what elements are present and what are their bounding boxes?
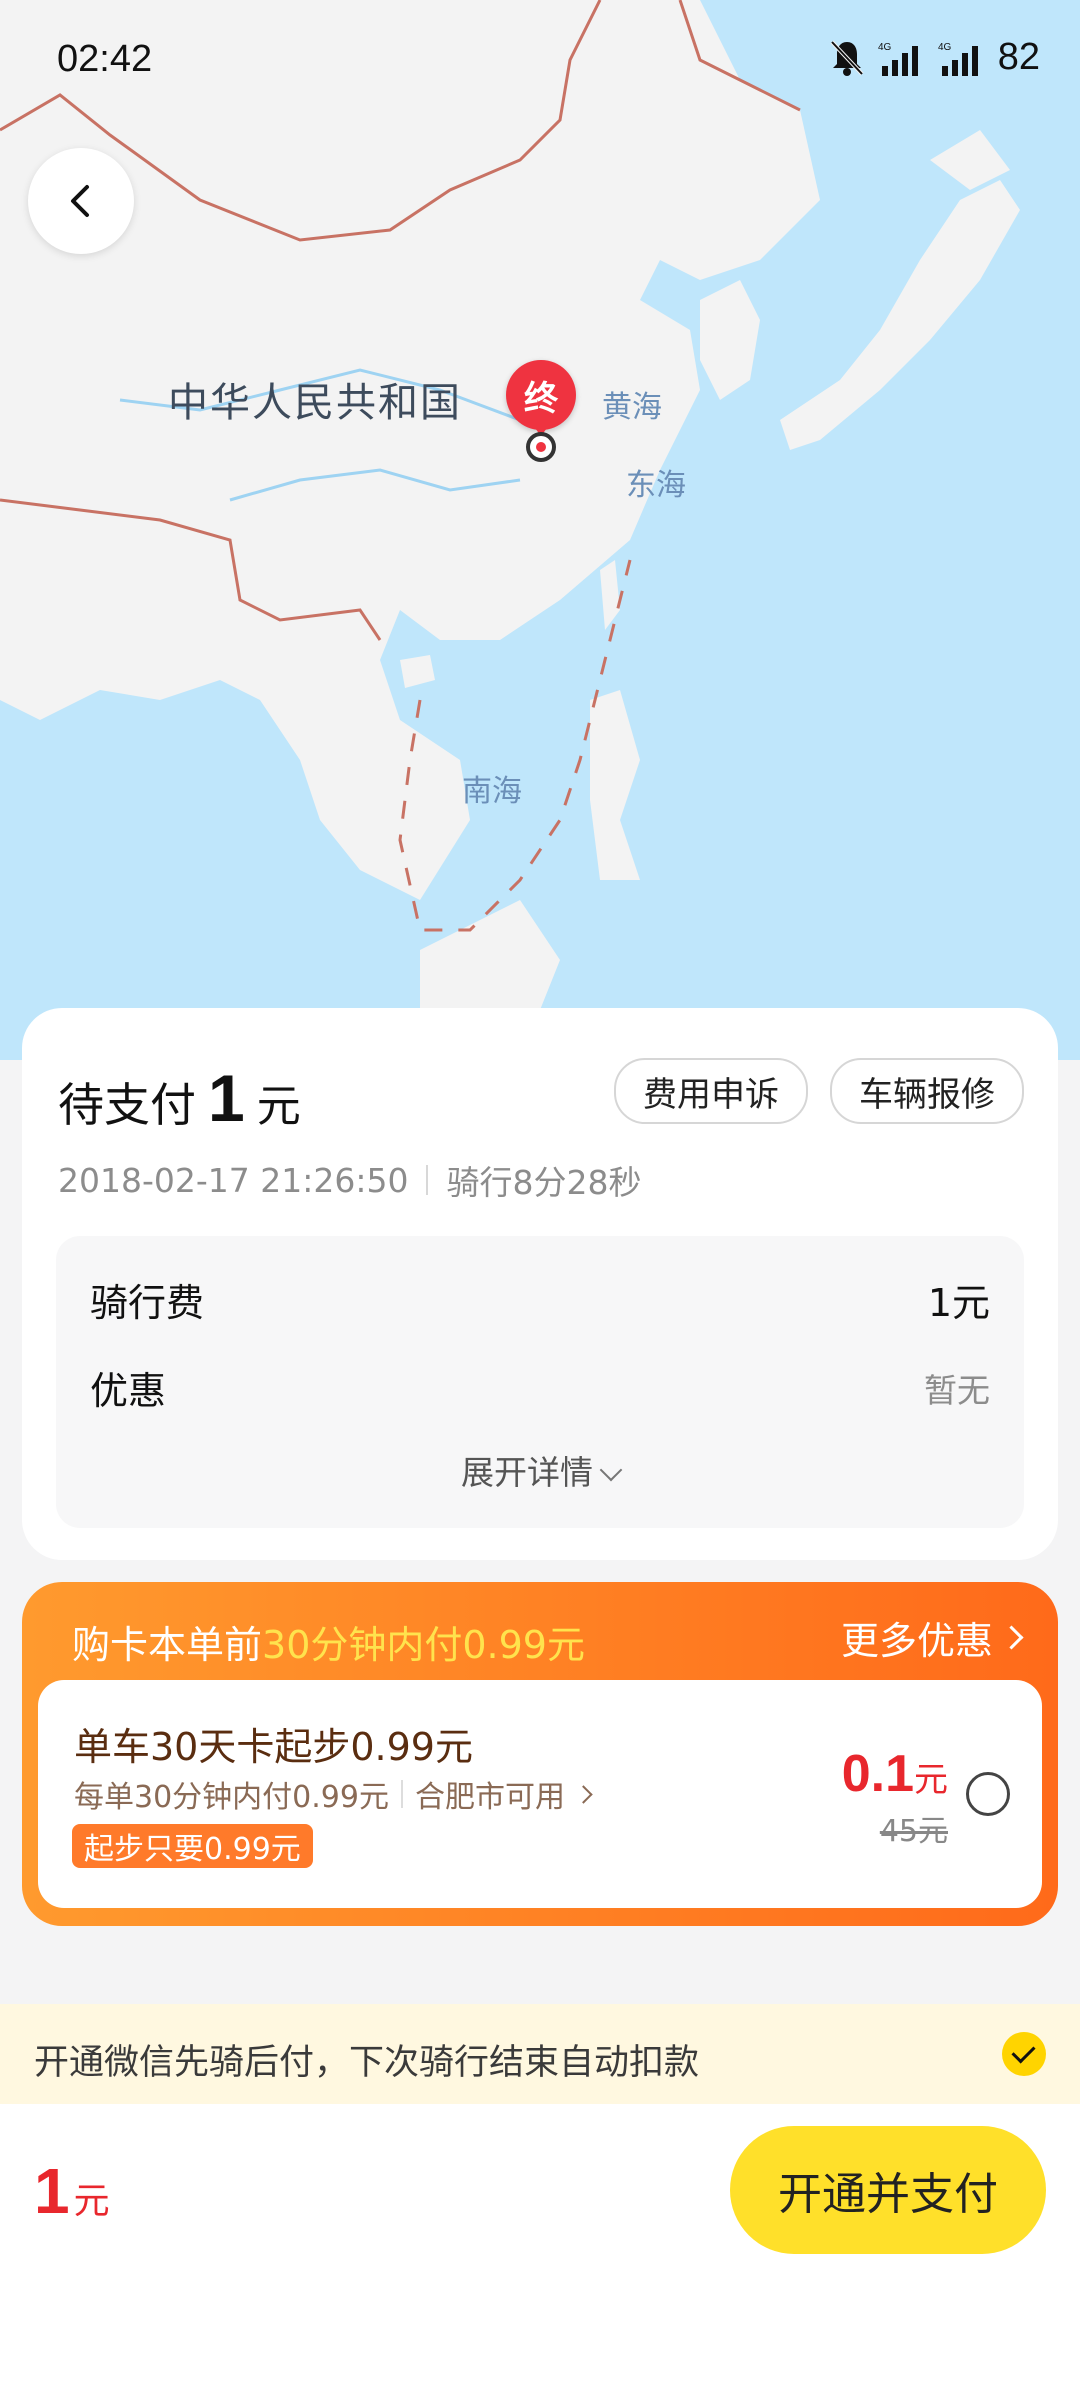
wechat-autopay-text: 开通微信先骑后付，下次骑行结束自动扣款: [34, 2043, 700, 2083]
offer-title: 单车30天卡起步0.99元: [74, 1725, 473, 1769]
more-offers-label: 更多优惠: [840, 1619, 993, 1663]
fee-complaint-button[interactable]: 费用申诉: [614, 1058, 808, 1124]
ride-datetime: 2018-02-17 21:26:50: [58, 1160, 409, 1200]
offer-price-old: 45元: [879, 1814, 948, 1849]
ride-fee-label: 骑行费: [90, 1281, 205, 1325]
ride-duration: 骑行8分28秒: [446, 1163, 642, 1202]
promo-head-highlight: 30分钟内付0.99元: [262, 1623, 585, 1667]
offer-tag: 起步只要0.99元: [72, 1824, 313, 1868]
expand-details-label: 展开详情: [461, 1453, 593, 1492]
wechat-autopay-bar[interactable]: 开通微信先骑后付，下次骑行结束自动扣款: [0, 2004, 1080, 2104]
offer-select-radio[interactable]: [966, 1772, 1010, 1816]
signal-4g-icon: 4G: [878, 42, 918, 76]
pending-amount: 1: [208, 1061, 245, 1135]
status-time: 02:42: [57, 38, 153, 80]
map-graphic: [0, 0, 1080, 1060]
offer-price-unit: 元: [914, 1761, 948, 1799]
chevron-down-icon: [599, 1458, 623, 1482]
total-unit: 元: [73, 2181, 110, 2222]
activate-and-pay-button[interactable]: 开通并支付: [730, 2126, 1046, 2254]
divider: [400, 1780, 403, 1808]
signal-4g-icon: 4G: [938, 42, 978, 76]
yellow-sea-label: 黄海: [602, 390, 662, 425]
order-card: 待支付 1 元 费用申诉 车辆报修 2018-02-17 21:26:50 骑行…: [22, 1008, 1058, 1560]
promo-head-prefix: 购卡本单前: [72, 1623, 263, 1667]
offer-desc-row: 每单30分钟内付0.99元 合肥市可用: [74, 1772, 593, 1816]
pending-label: 待支付: [58, 1078, 196, 1132]
chevron-right-icon: [574, 1784, 593, 1804]
discount-row: 优惠 暂无: [90, 1360, 990, 1415]
discount-value: 暂无: [924, 1370, 990, 1410]
vehicle-repair-button[interactable]: 车辆报修: [830, 1058, 1024, 1124]
back-button[interactable]: [28, 148, 134, 254]
more-offers-link[interactable]: 更多优惠: [840, 1610, 1024, 1665]
svg-text:4G: 4G: [938, 42, 952, 53]
pending-unit: 元: [256, 1081, 301, 1132]
total-amount: 1 元: [34, 2154, 110, 2228]
fee-detail-box: 骑行费 1元 优惠 暂无 展开详情: [56, 1236, 1024, 1528]
chevron-right-icon: [999, 1625, 1024, 1650]
promo-headline: 购卡本单前30分钟内付0.99元: [72, 1614, 585, 1669]
battery-level: 82: [997, 36, 1040, 78]
status-bar: 02:42 4G 4G 82: [0, 0, 1080, 120]
card-promo: 购卡本单前30分钟内付0.99元 更多优惠 单车30天卡起步0.99元 每单30…: [22, 1582, 1058, 1926]
expand-details-button[interactable]: 展开详情: [56, 1446, 1024, 1494]
chevron-left-icon: [71, 185, 89, 217]
offer-city[interactable]: 合肥市可用: [415, 1772, 565, 1816]
offer-item[interactable]: 单车30天卡起步0.99元 每单30分钟内付0.99元 合肥市可用 起步只要0.…: [38, 1680, 1042, 1908]
ride-fee-value: 1元: [927, 1281, 990, 1325]
east-sea-label: 东海: [626, 468, 686, 503]
country-label: 中华人民共和国: [168, 380, 462, 426]
offer-price-now: 0.1元: [842, 1744, 948, 1804]
south-sea-label: 南海: [462, 774, 522, 809]
check-icon[interactable]: [1002, 2032, 1046, 2076]
location-dot-icon: [526, 432, 556, 462]
ride-fee-row: 骑行费 1元: [90, 1272, 990, 1327]
offer-desc: 每单30分钟内付0.99元: [74, 1780, 389, 1815]
map-view[interactable]: 中华人民共和国 黄海 东海 南海 终: [0, 0, 1080, 1060]
discount-label: 优惠: [90, 1369, 167, 1413]
bell-muted-icon: [830, 40, 864, 76]
pending-payment-title: 待支付 1 元: [58, 1060, 301, 1136]
bottom-bar: 1 元 开通并支付: [0, 2104, 1080, 2400]
end-marker: 终: [506, 360, 576, 462]
divider: [426, 1165, 429, 1195]
offer-price: 0.1元 45元: [842, 1744, 948, 1850]
svg-text:4G: 4G: [878, 42, 892, 53]
offer-price-now-value: 0.1: [841, 1745, 914, 1803]
total-value: 1: [34, 2155, 70, 2227]
ride-info: 2018-02-17 21:26:50 骑行8分28秒: [58, 1156, 641, 1204]
